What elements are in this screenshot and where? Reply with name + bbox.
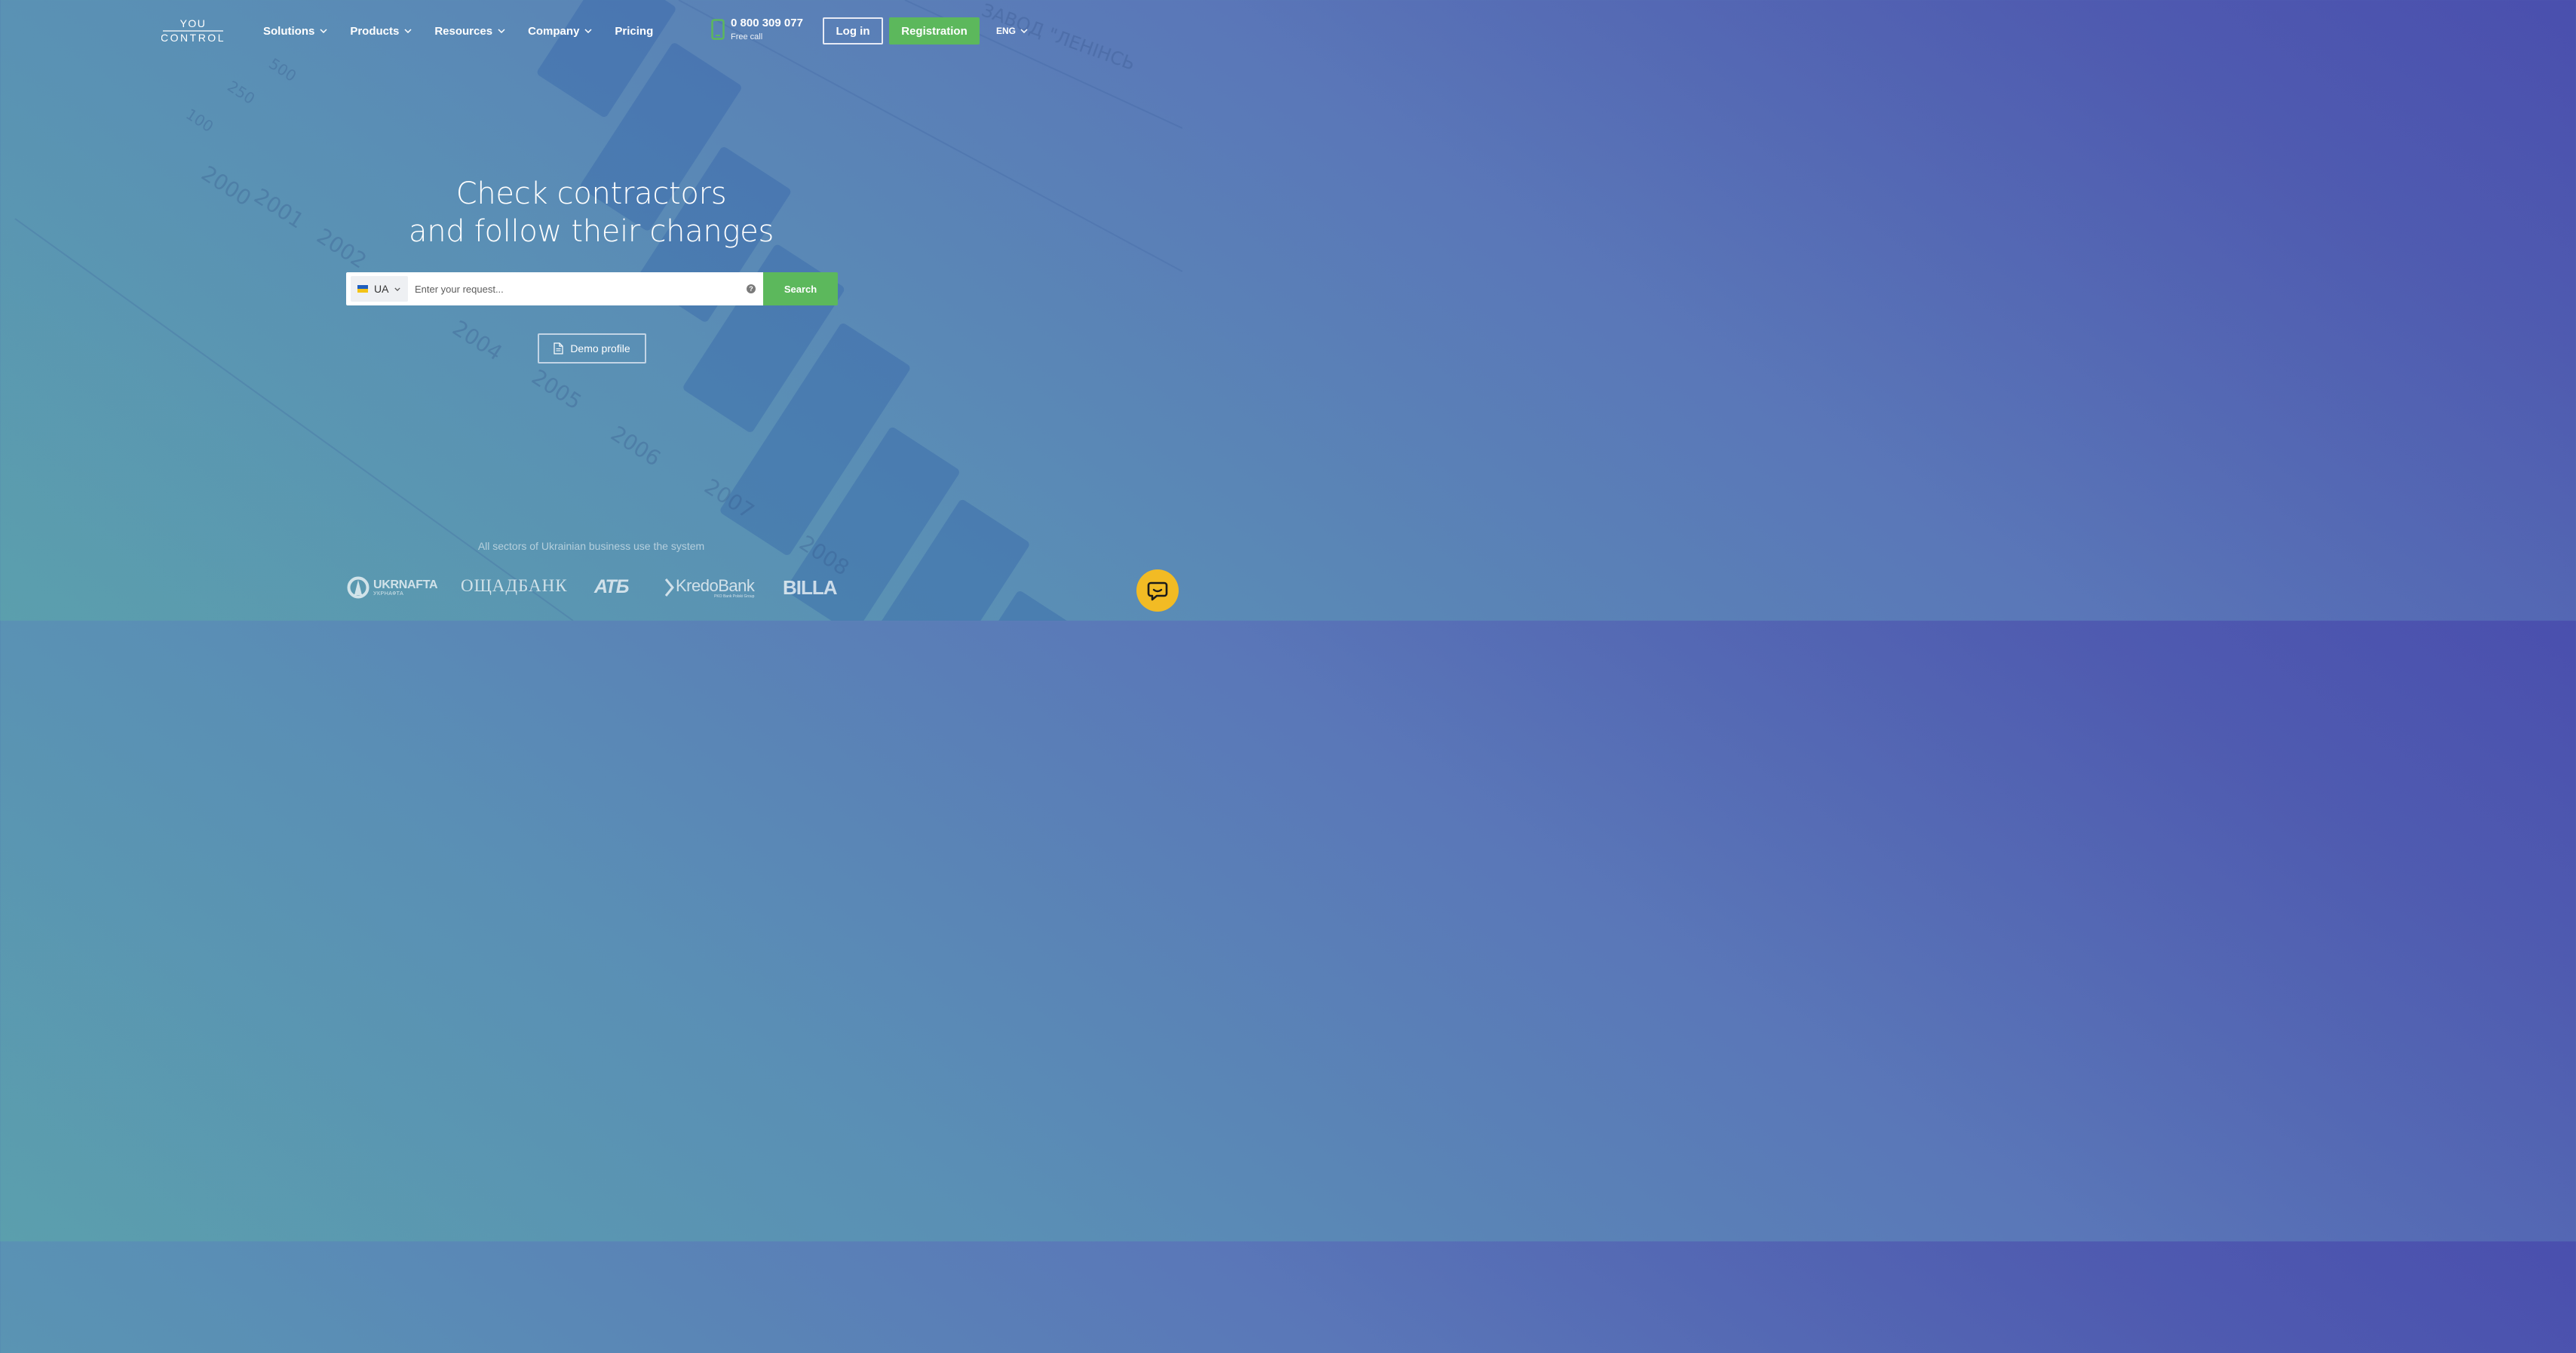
phone-number: 0 800 309 077 (731, 17, 803, 29)
demo-profile-label: Demo profile (570, 342, 630, 354)
nav-solutions[interactable]: Solutions (263, 25, 327, 38)
help-icon[interactable]: ? (747, 284, 756, 293)
chevron-down-icon (498, 29, 505, 33)
nav-products-label: Products (350, 24, 400, 38)
search-input[interactable] (413, 273, 747, 305)
ukrnafta-name: UKRNAFTA (373, 578, 438, 591)
nav-resources-label: Resources (434, 24, 493, 38)
ukrnafta-logo: UKRNAFTA УКРНАФТА (347, 576, 438, 599)
hero-title: Check contractors and follow their chang… (0, 175, 1182, 250)
demo-profile-button[interactable]: Demo profile (538, 333, 646, 364)
language-label: ENG (996, 26, 1017, 36)
logo-top-text: YOU (180, 18, 207, 29)
svg-text:2005: 2005 (527, 364, 586, 414)
registration-button[interactable]: Registration (889, 17, 980, 44)
svg-text:250: 250 (224, 77, 258, 108)
nav-resources[interactable]: Resources (434, 25, 505, 38)
document-icon (554, 342, 563, 354)
oschadbank-logo: ОЩАДБАНК (461, 576, 568, 595)
phone-note: Free call (731, 32, 763, 41)
chevron-down-icon (584, 29, 592, 33)
logo-bottom-text: CONTROL (161, 32, 225, 44)
chevron-down-icon (394, 287, 401, 291)
svg-text:100: 100 (182, 105, 216, 136)
svg-text:ЗАВОД "ЛЕНІНСЬ: ЗАВОД "ЛЕНІНСЬ (979, 0, 1138, 75)
chevron-down-icon (1020, 29, 1028, 33)
nav-pricing[interactable]: Pricing (615, 25, 653, 38)
chevron-down-icon (320, 29, 327, 33)
contact-phone[interactable]: 0 800 309 077 Free call (711, 17, 803, 41)
svg-text:2004: 2004 (448, 315, 507, 365)
atb-logo: АТБ (594, 576, 629, 597)
search-button[interactable]: Search (763, 272, 838, 305)
youcontrol-logo[interactable]: YOU CONTROL (161, 18, 225, 44)
partner-logos: UKRNAFTA УКРНАФТА ОЩАДБАНК АТБ KredoBank… (0, 575, 1182, 605)
chat-icon (1147, 581, 1168, 601)
hero-title-line1: Check contractors (455, 176, 727, 211)
nav-products[interactable]: Products (350, 25, 412, 38)
chat-widget-button[interactable] (1136, 569, 1179, 612)
billa-logo: BILLA (783, 576, 838, 599)
login-button[interactable]: Log in (823, 17, 883, 44)
kredobank-name: KredoBank (676, 576, 755, 595)
ukraine-flag-icon (357, 285, 368, 293)
nav-company-label: Company (528, 24, 580, 38)
background-chart-image: 2000 2001 2002 2004 2005 2006 2007 2008 … (14, 0, 1182, 621)
main-nav: Solutions Products Resources Company Pri… (263, 23, 676, 39)
partners-caption: All sectors of Ukrainian business use th… (477, 540, 705, 552)
svg-text:500: 500 (265, 54, 299, 85)
country-code: UA (374, 283, 389, 295)
search-field: UA ? (346, 272, 763, 305)
ukrnafta-subtitle: УКРНАФТА (373, 591, 404, 597)
nav-pricing-label: Pricing (615, 24, 654, 38)
nav-solutions-label: Solutions (263, 24, 315, 38)
kredobank-chevron-icon (664, 578, 674, 597)
country-selector[interactable]: UA (351, 276, 408, 302)
svg-text:2006: 2006 (606, 421, 665, 471)
ukrnafta-emblem-icon (347, 576, 370, 599)
hero-title-line2: and follow their changes (408, 214, 774, 249)
chevron-down-icon (404, 29, 412, 33)
nav-company[interactable]: Company (528, 25, 592, 38)
phone-icon (711, 19, 725, 40)
search-bar: UA ? Search (346, 272, 838, 305)
logo-graphic: YOU CONTROL (161, 18, 225, 44)
language-selector[interactable]: ENG (996, 26, 1028, 36)
kredobank-logo: KredoBank PKO Bank Polski Group (664, 576, 755, 599)
